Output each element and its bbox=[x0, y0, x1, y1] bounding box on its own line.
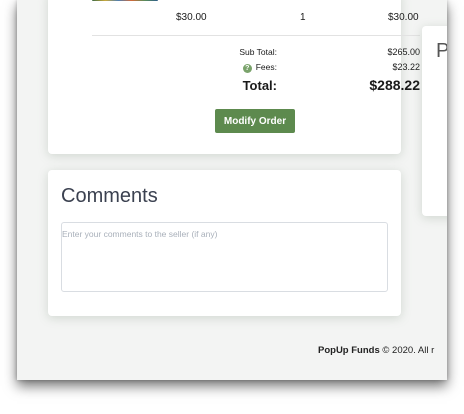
side-panel-card: P bbox=[422, 26, 447, 216]
comments-card: Comments bbox=[48, 170, 401, 316]
fees-value: $23.22 bbox=[392, 62, 420, 72]
footer-copyright: © 2020. All r bbox=[382, 345, 435, 356]
summary-divider bbox=[92, 35, 420, 36]
comments-textarea[interactable] bbox=[61, 222, 388, 292]
subtotal-value: $265.00 bbox=[387, 47, 420, 57]
footer-brand: PopUp Funds bbox=[318, 345, 380, 356]
order-summary-card: $30.00 1 $30.00 Sub Total: $265.00 ? Fees… bbox=[48, 0, 420, 154]
total-label: Total: bbox=[242, 78, 277, 93]
side-panel-heading: P bbox=[436, 40, 447, 62]
page-footer: PopUp Funds © 2020. All r bbox=[318, 345, 434, 356]
modify-order-button[interactable]: Modify Order bbox=[215, 109, 295, 133]
product-thumbnail bbox=[92, 0, 158, 1]
comments-title: Comments bbox=[61, 185, 158, 207]
subtotal-label: Sub Total: bbox=[239, 47, 277, 57]
app-window: $30.00 1 $30.00 Sub Total: $265.00 ? Fees… bbox=[17, 0, 447, 380]
item-quantity: 1 bbox=[300, 12, 306, 23]
fees-label: Fees: bbox=[255, 62, 277, 72]
total-value: $288.22 bbox=[369, 77, 420, 93]
item-price: $30.00 bbox=[176, 12, 207, 23]
fees-row: ? Fees: bbox=[177, 62, 277, 73]
question-circle-icon[interactable]: ? bbox=[242, 64, 252, 73]
item-line-total: $30.00 bbox=[388, 12, 419, 23]
